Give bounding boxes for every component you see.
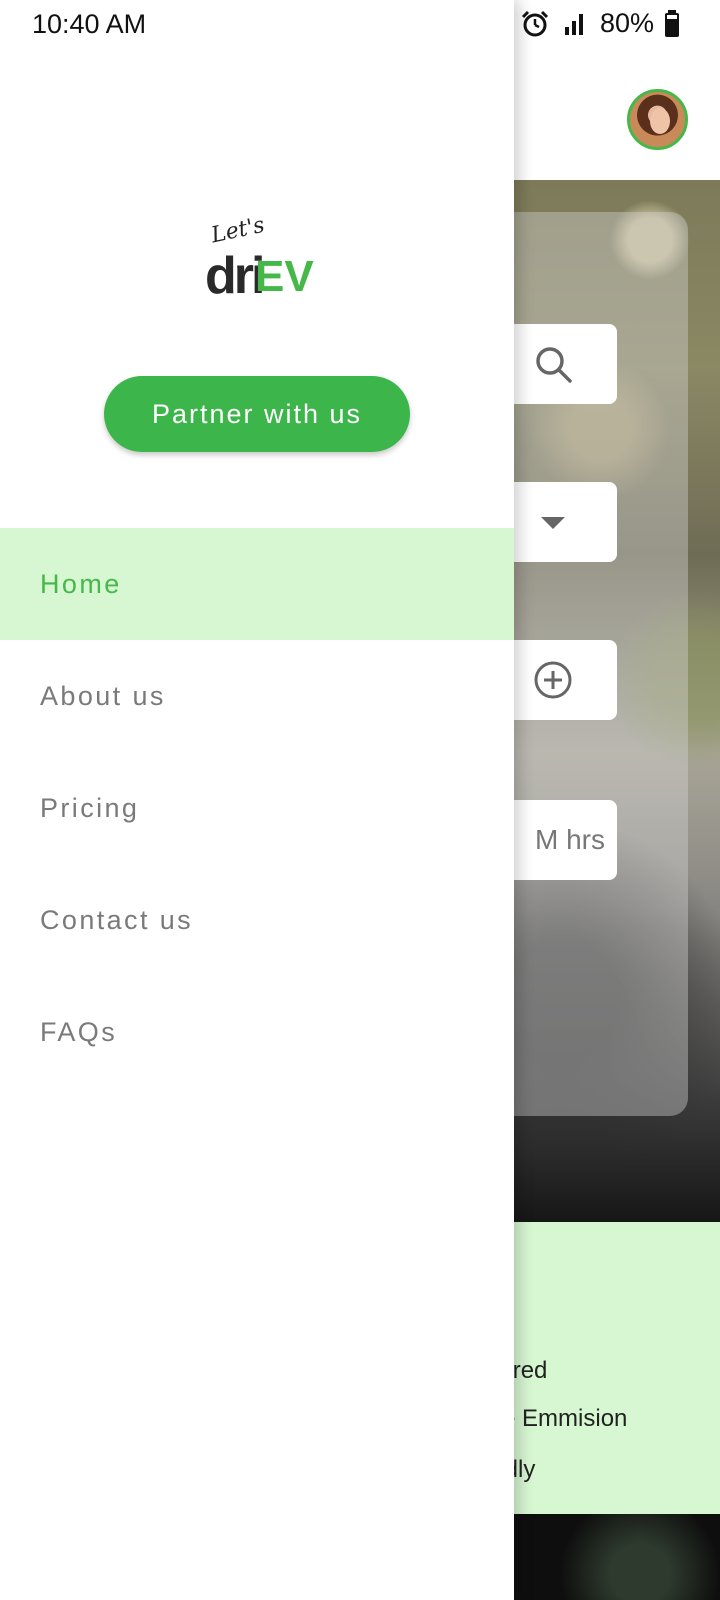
nav-item-faqs[interactable]: FAQs <box>0 976 514 1088</box>
battery-icon <box>665 9 679 37</box>
nav-item-label: About us <box>40 680 166 711</box>
drawer-nav: Home About us Pricing Contact us FAQs <box>0 528 514 1088</box>
nav-item-label: Home <box>40 568 122 599</box>
status-icons: 80% <box>520 8 680 39</box>
avatar-face <box>650 108 670 134</box>
nav-item-contact-us[interactable]: Contact us <box>0 864 514 976</box>
nav-item-home[interactable]: Home <box>0 528 514 640</box>
nav-item-pricing[interactable]: Pricing <box>0 752 514 864</box>
nav-item-label: Contact us <box>40 904 194 935</box>
partner-with-us-button[interactable]: Partner with us <box>104 376 410 452</box>
duration-text: M hrs <box>535 824 605 855</box>
battery-percentage: 80% <box>599 8 654 38</box>
search-icon <box>536 347 572 383</box>
navigation-drawer: Let's dri EV Partner with us Home About … <box>0 0 514 1600</box>
user-avatar[interactable] <box>627 89 688 150</box>
status-bar: 10:40 AM 80% <box>0 0 720 48</box>
brand-logo: Let's dri EV <box>205 213 315 305</box>
logo-lets-text: Let's <box>208 212 267 249</box>
nav-item-about-us[interactable]: About us <box>0 640 514 752</box>
nav-item-label: FAQs <box>40 1016 118 1047</box>
add-circle-icon <box>534 661 572 699</box>
signal-icon <box>564 13 583 35</box>
logo-dri-text: dri <box>205 247 265 305</box>
logo-ev-text: EV <box>255 252 314 301</box>
nav-item-label: Pricing <box>40 792 140 823</box>
status-time: 10:40 AM <box>32 9 147 39</box>
dropdown-arrow-icon <box>541 517 565 529</box>
alarm-icon <box>521 10 549 36</box>
